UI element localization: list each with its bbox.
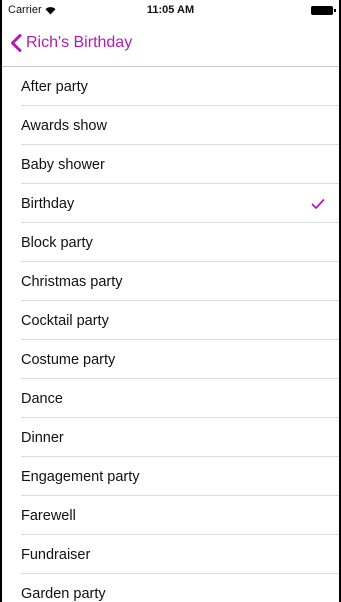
list-item-label: Costume party bbox=[21, 351, 116, 368]
list-item-label: Garden party bbox=[21, 585, 106, 602]
list-item-label: Farewell bbox=[21, 507, 76, 524]
list-item[interactable]: Engagement party bbox=[2, 457, 339, 496]
list-item-label: Dance bbox=[21, 390, 63, 407]
checkmark-icon bbox=[311, 198, 325, 209]
list-item-label: Baby shower bbox=[21, 156, 105, 173]
list-item-label: Birthday bbox=[21, 195, 75, 212]
list-item-label: Engagement party bbox=[21, 468, 140, 485]
screen: Carrier 11:05 AM Rich's Birthday After p… bbox=[0, 0, 341, 602]
chevron-left-icon bbox=[11, 34, 22, 52]
list-item[interactable]: Baby shower bbox=[2, 145, 339, 184]
nav-bar: Rich's Birthday bbox=[2, 20, 339, 67]
list-item[interactable]: Christmas party bbox=[2, 262, 339, 301]
list-item-label: Fundraiser bbox=[21, 546, 91, 563]
list-item-label: Awards show bbox=[21, 117, 107, 134]
list-item[interactable]: Garden party bbox=[2, 574, 339, 602]
list-item[interactable]: After party bbox=[2, 67, 339, 106]
list-item[interactable]: Awards show bbox=[2, 106, 339, 145]
list-item-label: Christmas party bbox=[21, 273, 123, 290]
status-bar: Carrier 11:05 AM bbox=[2, 0, 339, 20]
list-item[interactable]: Cocktail party bbox=[2, 301, 339, 340]
list-item-label: Block party bbox=[21, 234, 93, 251]
list-item[interactable]: Fundraiser bbox=[2, 535, 339, 574]
event-type-list: After party Awards show Baby shower Birt… bbox=[2, 67, 339, 602]
status-time: 11:05 AM bbox=[146, 4, 195, 16]
list-item[interactable]: Birthday bbox=[2, 184, 339, 223]
back-button[interactable]: Rich's Birthday bbox=[10, 34, 132, 52]
list-item[interactable]: Dinner bbox=[2, 418, 339, 457]
list-item-label: Cocktail party bbox=[21, 312, 109, 329]
list-item[interactable]: Block party bbox=[2, 223, 339, 262]
list-item-label: Dinner bbox=[21, 429, 64, 446]
back-button-label: Rich's Birthday bbox=[26, 34, 133, 51]
battery-icon bbox=[311, 5, 336, 15]
list-item-label: After party bbox=[21, 78, 88, 95]
list-item[interactable]: Costume party bbox=[2, 340, 339, 379]
list-item[interactable]: Farewell bbox=[2, 496, 339, 535]
list-item[interactable]: Dance bbox=[2, 379, 339, 418]
status-right bbox=[311, 5, 336, 15]
